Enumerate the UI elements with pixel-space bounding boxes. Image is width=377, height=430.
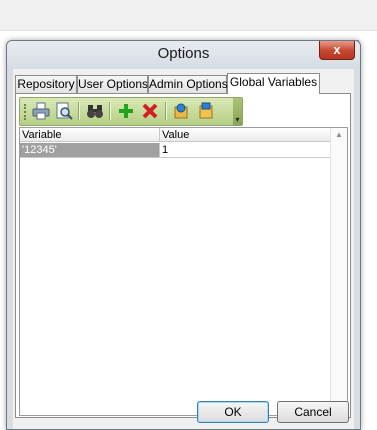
column-header-variable[interactable]: Variable [20,128,160,142]
binoculars-icon [87,105,103,118]
tab-admin-options[interactable]: Admin Options [148,75,228,93]
add-icon [119,104,133,118]
print-preview-icon [56,102,73,120]
export-button[interactable] [195,100,217,122]
dialog-title: Options [157,45,210,62]
dialog-titlebar[interactable]: Options x [7,41,360,69]
export-icon [199,102,213,119]
delete-icon [142,103,158,119]
options-dialog: Options x Repository User Options Admin … [6,40,361,430]
scroll-up-arrow[interactable]: ▲ [331,128,347,142]
toolbar: ▾ [19,97,243,126]
toolbar-separator [165,102,167,120]
cancel-button[interactable]: Cancel [277,401,349,423]
print-preview-button[interactable] [53,100,75,122]
print-button[interactable] [30,100,52,122]
variable-cell[interactable]: '12345' [20,143,160,158]
close-button[interactable]: x [319,41,355,60]
toolbar-separator [109,102,111,120]
vertical-scrollbar[interactable]: ▲ ▼ [330,128,347,415]
dialog-content: Repository User Options Admin Options Gl… [13,69,354,429]
import-button[interactable] [171,100,193,122]
variables-grid: Variable Value '12345' 1 ▲ ▼ [19,127,348,416]
global-variables-panel: ▾ Variable Value '12345' 1 ▲ ▼ [15,93,351,418]
tab-user-options[interactable]: User Options [77,75,148,93]
ok-button[interactable]: OK [197,401,269,423]
toolbar-grip[interactable] [24,104,28,120]
tab-global-variables[interactable]: Global Variables [227,73,320,94]
import-icon [174,103,188,119]
tab-repository[interactable]: Repository [15,75,77,93]
find-button[interactable] [84,100,106,122]
add-button[interactable] [115,100,137,122]
toolbar-overflow-button[interactable]: ▾ [233,98,242,125]
background-app-toolbar [0,0,377,31]
value-cell[interactable]: 1 [159,143,331,158]
column-header-value[interactable]: Value [160,128,331,142]
toolbar-separator [78,102,80,120]
print-icon [32,102,50,120]
delete-button[interactable] [139,100,161,122]
